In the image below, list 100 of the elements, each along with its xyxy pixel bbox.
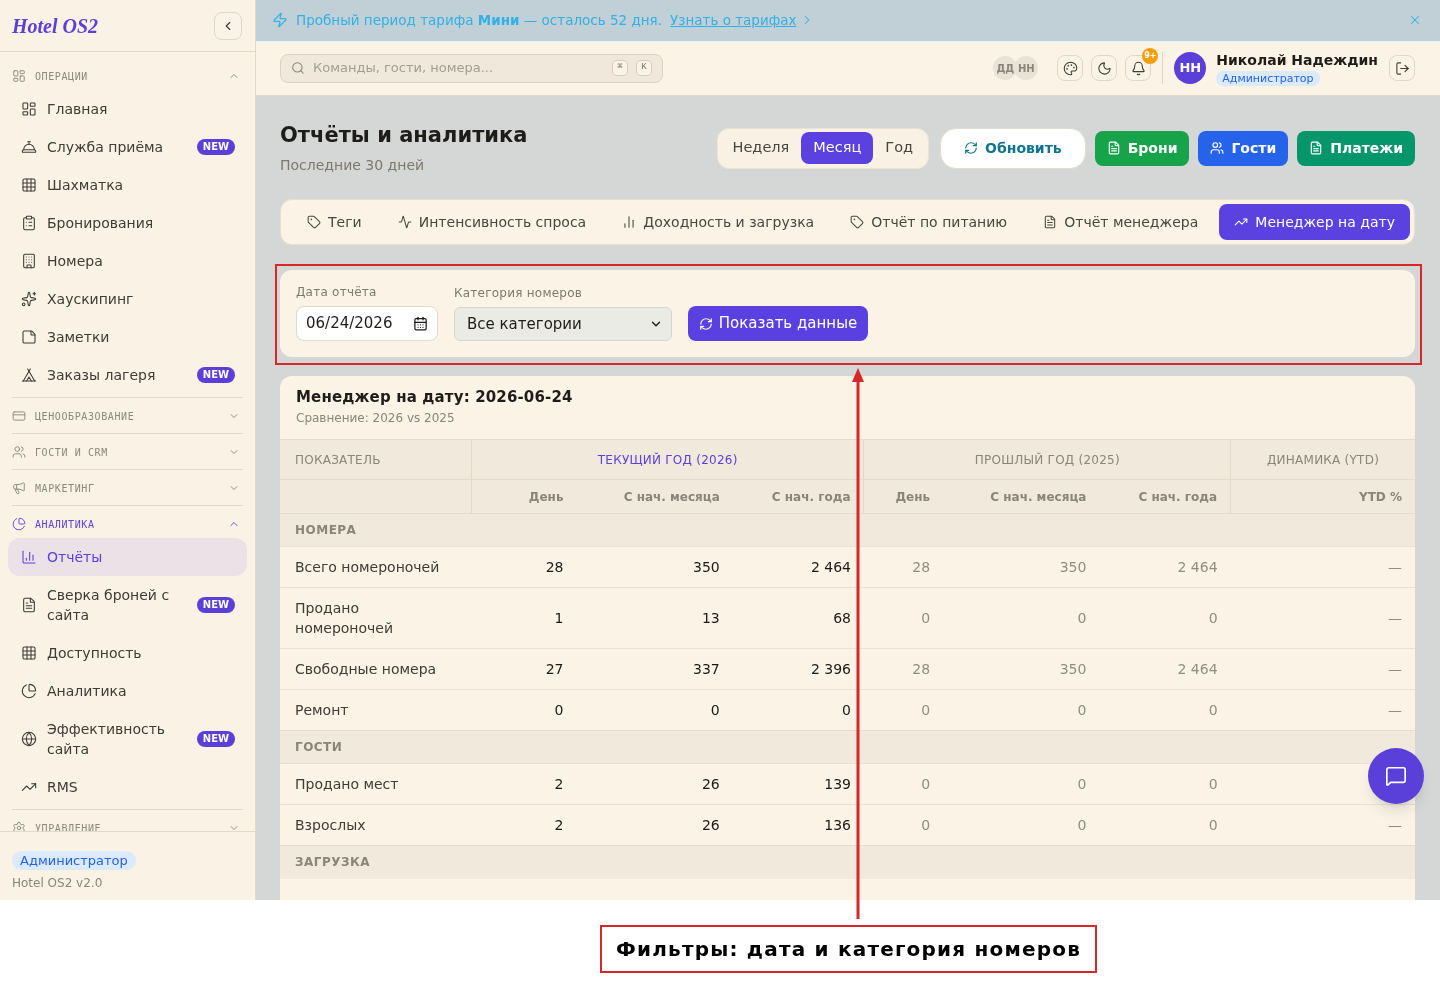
sidebar-item[interactable]: Хаускипинг: [8, 280, 247, 318]
trial-banner-text: Пробный период тарифа Мини — осталось 52 дня.: [296, 10, 662, 30]
period-tab[interactable]: Год: [873, 132, 926, 164]
column-header: С нач. года: [732, 479, 864, 514]
sidebar-item[interactable]: Шахматка: [8, 166, 247, 204]
table-cell: 26: [576, 763, 733, 805]
table-cell: 68: [732, 587, 864, 649]
pulse-icon: [397, 215, 412, 229]
clipboard-icon: [21, 215, 37, 231]
table-cell: Всего номероночей: [280, 546, 472, 588]
moon-icon: [1096, 60, 1112, 76]
refresh-button[interactable]: Обновить: [940, 127, 1086, 169]
dark-mode-button[interactable]: [1091, 55, 1118, 81]
sidebar-item[interactable]: RMS: [8, 768, 247, 806]
table-cell: 139: [732, 763, 864, 805]
column-group-header: ПРОШЛЫЙ ГОД (2025): [864, 439, 1231, 480]
table-cell: 350: [943, 648, 1100, 690]
sidebar-item[interactable]: Номера: [8, 242, 247, 280]
sidebar-item[interactable]: Аналитика: [8, 672, 247, 710]
guests-button[interactable]: Гости: [1198, 130, 1289, 166]
sidebar-item[interactable]: Заказы лагеря NEW: [8, 356, 247, 394]
column-header: С нач. года: [1099, 479, 1231, 514]
tag-icon: [307, 215, 321, 229]
column-header: День: [864, 479, 944, 514]
section-toggle[interactable]: АНАЛИТИКА: [8, 510, 247, 538]
table-cell: 0: [943, 587, 1100, 649]
document-icon: [1309, 141, 1324, 155]
table-cell: —: [1230, 587, 1415, 649]
table-cell: Продано мест: [280, 763, 472, 805]
table-cell: 337: [576, 648, 733, 690]
user-role-badge: Администратор: [1216, 70, 1320, 86]
report-tab[interactable]: Теги: [292, 204, 377, 240]
table-cell: 0: [864, 763, 944, 805]
lightning-icon: [272, 12, 288, 28]
report-tab[interactable]: Отчёт менеджера: [1028, 204, 1214, 240]
table-cell: 0: [732, 689, 864, 731]
period-tab[interactable]: Месяц: [801, 132, 874, 164]
document-icon: [21, 597, 37, 613]
sidebar-item[interactable]: Сверка броней с сайта NEW: [8, 576, 247, 634]
column-group-header: ТЕКУЩИЙ ГОД (2026): [471, 439, 864, 480]
sidebar-item[interactable]: Служба приёма NEW: [8, 128, 247, 166]
table-cell: 0: [1099, 804, 1231, 846]
new-badge: NEW: [196, 731, 235, 747]
table-cell: 2 464: [1099, 648, 1231, 690]
page-subtitle: Последние 30 дней: [280, 156, 426, 175]
role-badge: Администратор: [12, 851, 136, 870]
logout-button[interactable]: [1389, 55, 1415, 81]
section-heading: ЗАГРУЗКА: [280, 845, 1415, 879]
period-tab[interactable]: Неделя: [720, 132, 802, 164]
show-data-button[interactable]: Показать данные: [688, 306, 868, 341]
note-icon: [21, 329, 37, 345]
payments-button[interactable]: Платежи: [1297, 130, 1415, 166]
presence-avatar: НН: [1014, 56, 1039, 80]
table-cell: 0: [864, 587, 944, 649]
table-cell: —: [1230, 804, 1415, 846]
table-cell: 0: [1099, 587, 1231, 649]
date-field[interactable]: 06/24/2026: [296, 306, 438, 341]
dashboard-icon: [21, 101, 37, 117]
table-cell: 0: [471, 689, 577, 731]
close-icon: [1408, 13, 1422, 27]
sidebar-item[interactable]: Главная: [8, 90, 247, 128]
table-cell: 0: [576, 689, 733, 731]
table-cell: 2 464: [1099, 546, 1231, 588]
version-text: Hotel OS2 v2.0: [12, 875, 104, 891]
sparkles-icon: [21, 291, 37, 307]
sidebar-item[interactable]: Эффективность сайта NEW: [8, 710, 247, 768]
field-label: Дата отчёта: [296, 285, 378, 300]
table-cell: 26: [576, 804, 733, 846]
building-icon: [21, 253, 37, 269]
sidebar-item[interactable]: Отчёты: [8, 538, 247, 576]
table-cell: Взрослых: [280, 804, 472, 846]
report-tab[interactable]: Доходность и загрузка: [607, 204, 830, 240]
table-cell: —: [1230, 689, 1415, 731]
report-tab[interactable]: Отчёт по питанию: [835, 204, 1023, 240]
shortcut-key: ⌘: [612, 60, 628, 76]
chat-icon: [1385, 765, 1407, 787]
column-header: С нач. месяца: [576, 479, 733, 514]
tag-icon: [850, 215, 865, 229]
section-heading: НОМЕРА: [280, 513, 1415, 547]
report-tab[interactable]: Менеджер на дату: [1219, 204, 1410, 240]
sidebar-item[interactable]: Бронирования: [8, 204, 247, 242]
section-heading: ГОСТИ: [280, 730, 1415, 764]
sidebar-item[interactable]: Доступность: [8, 634, 247, 672]
pie-chart-icon: [21, 683, 37, 699]
column-group-header: ДИНАМИКА (YTD): [1230, 439, 1415, 480]
notification-count: 9+: [1142, 48, 1159, 64]
theme-button[interactable]: [1057, 55, 1084, 81]
refresh-icon: [964, 141, 979, 155]
pie-chart-icon: [12, 517, 26, 531]
search-field[interactable]: Команды, гости, номера... ⌘ K: [280, 53, 663, 83]
report-subtitle: Сравнение: 2026 vs 2025: [296, 410, 456, 426]
category-select[interactable]: Все категории: [454, 307, 672, 341]
report-tab[interactable]: Интенсивность спроса: [382, 204, 602, 240]
sidebar-item[interactable]: Заметки: [8, 318, 247, 356]
table-cell: 0: [864, 689, 944, 731]
table-cell: 28: [471, 546, 577, 588]
table-cell: —: [1230, 648, 1415, 690]
dashboard-icon: [12, 69, 26, 83]
table-cell: 0: [1099, 689, 1231, 731]
table-cell: 350: [576, 546, 733, 588]
